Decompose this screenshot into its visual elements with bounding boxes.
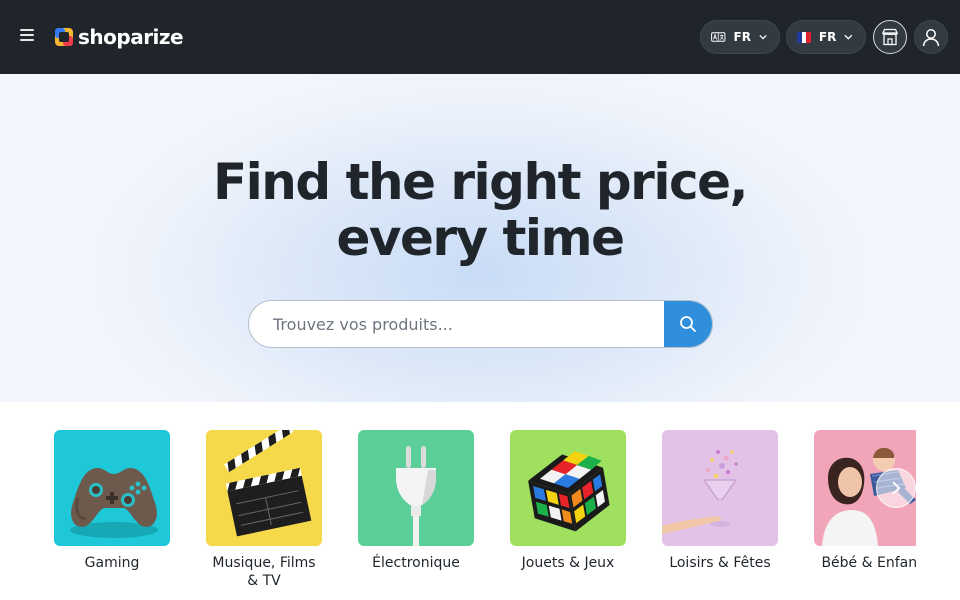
- translate-icon: [711, 32, 726, 42]
- france-flag-icon: [797, 31, 811, 43]
- plug-icon: [396, 446, 436, 546]
- party-glass-icon: [662, 450, 738, 534]
- rubiks-cube-icon: [528, 451, 610, 532]
- category-tile: [662, 430, 778, 546]
- country-code: FR: [818, 30, 837, 44]
- store-button[interactable]: [873, 20, 907, 54]
- category-carousel: Gaming Musique, Films & TV Électronique …: [0, 402, 960, 600]
- hero-title-line1: Find the right price,: [212, 153, 749, 211]
- language-code: FR: [733, 30, 751, 44]
- search-icon: [680, 316, 696, 332]
- clapperboard-icon: [224, 430, 312, 537]
- category-label: Gaming: [84, 555, 140, 571]
- gamepad-icon: [70, 468, 158, 538]
- category-electronique[interactable]: Électronique: [358, 430, 474, 572]
- logo[interactable]: shoparize: [54, 22, 184, 52]
- category-label: Électronique: [372, 555, 460, 571]
- hero-title-line2: every time: [336, 209, 625, 267]
- category-tile: [358, 430, 474, 546]
- top-navbar: shoparize FR FR: [0, 0, 960, 74]
- carousel-next-button[interactable]: [876, 468, 916, 508]
- account-button[interactable]: [914, 20, 948, 54]
- category-label: Musique, Films & TV: [212, 555, 316, 589]
- category-tile: [54, 430, 170, 546]
- category-jouets-jeux[interactable]: Jouets & Jeux: [510, 430, 626, 572]
- user-icon: [922, 29, 940, 47]
- category-track: Gaming Musique, Films & TV Électronique …: [54, 430, 916, 600]
- search-button[interactable]: [664, 301, 712, 347]
- category-label: Loisirs & Fêtes: [669, 555, 771, 571]
- store-icon: [882, 28, 898, 46]
- category-loisirs-fetes[interactable]: Loisirs & Fêtes: [662, 430, 778, 572]
- logo-text: shoparize: [78, 25, 184, 49]
- category-tile: [510, 430, 626, 546]
- chevron-down-icon: [759, 34, 767, 40]
- chevron-right-icon: [892, 481, 901, 495]
- language-selector[interactable]: FR: [700, 20, 780, 54]
- category-music-films-tv[interactable]: Musique, Films & TV: [206, 430, 322, 590]
- logo-mark: [55, 28, 73, 46]
- category-tile: [206, 430, 322, 546]
- hero-title: Find the right price, every time: [0, 154, 960, 266]
- category-gaming[interactable]: Gaming: [54, 430, 170, 572]
- category-label: Jouets & Jeux: [521, 555, 615, 571]
- search-bar: [248, 300, 713, 348]
- country-selector[interactable]: FR: [786, 20, 866, 54]
- category-label: Bébé & Enfant: [821, 555, 916, 571]
- chevron-down-icon: [844, 34, 853, 40]
- hamburger-icon[interactable]: [18, 26, 42, 48]
- hero-section: Find the right price, every time: [0, 74, 960, 402]
- search-input[interactable]: [249, 301, 664, 347]
